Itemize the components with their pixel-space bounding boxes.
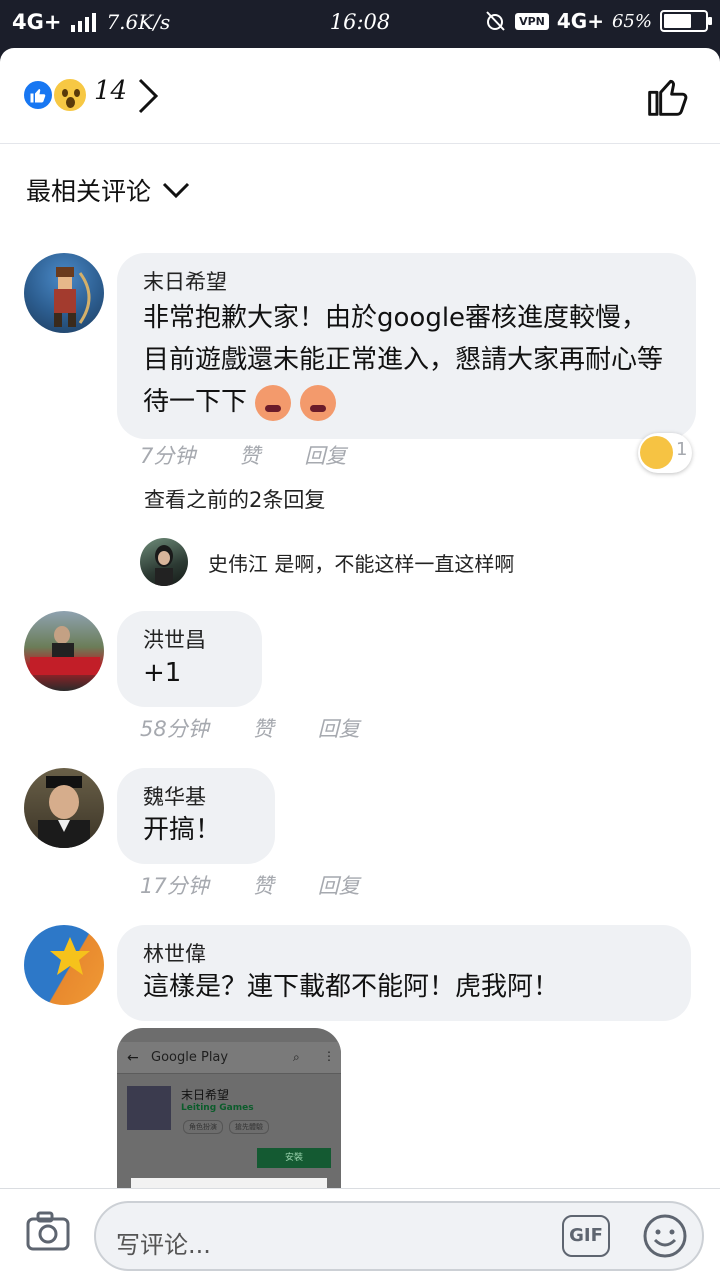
attachment-app-name: 末日希望 xyxy=(181,1088,230,1102)
comment-reaction-count: 1 xyxy=(676,439,688,460)
like-button[interactable]: 赞 xyxy=(253,713,274,743)
comment-input[interactable]: 写评论... GIF xyxy=(94,1201,704,1271)
tired-face-emoji xyxy=(255,384,292,421)
attachment-appbar: ← Google Play ⌕ ⋮ xyxy=(117,1042,341,1074)
attachment-install-button: 安裝 xyxy=(257,1148,331,1168)
more-icon: ⋮ xyxy=(323,1049,335,1063)
reply-text-row: 史伟江 是啊，不能这样一直这样啊 xyxy=(208,548,514,577)
reaction-count[interactable]: 14 xyxy=(94,76,127,106)
attachment-developer: Leiting Games xyxy=(181,1103,254,1113)
avatar[interactable] xyxy=(24,611,104,691)
comment-text: +1 xyxy=(143,658,182,688)
comment-reactions[interactable]: 1 xyxy=(638,433,692,473)
like-outline-icon[interactable] xyxy=(646,74,690,118)
like-button[interactable]: 赞 xyxy=(253,870,274,900)
reactions-header: 14 xyxy=(0,48,720,144)
like-reaction-icon[interactable] xyxy=(22,79,54,111)
wow-reaction-icon[interactable] xyxy=(52,77,88,113)
comment-author[interactable]: 末日希望 xyxy=(143,267,670,297)
reply-button[interactable]: 回复 xyxy=(318,713,360,743)
comment-meta: 17分钟 赞 回复 xyxy=(140,870,360,900)
battery-icon xyxy=(660,10,712,32)
comment-bubble[interactable]: 末日希望 非常抱歉大家！由於google審核進度較慢，目前遊戲還未能正常進入，懇… xyxy=(117,253,696,439)
status-bar: 4G+ 7.6K/s 16:08 VPN 4G+ 65% xyxy=(0,0,720,46)
comment-meta: 7分钟 赞 回复 xyxy=(140,440,346,470)
comment-time: 17分钟 xyxy=(140,874,209,898)
avatar[interactable] xyxy=(24,253,104,333)
attachment-tag: 搶先體驗 xyxy=(229,1120,269,1134)
avatar[interactable] xyxy=(24,768,104,848)
comment-text: 非常抱歉大家！由於google審核進度較慢，目前遊戲還未能正常進入，懇請大家再耐… xyxy=(143,297,670,423)
avatar[interactable] xyxy=(24,925,104,1005)
comment-time: 58分钟 xyxy=(140,717,209,741)
chevron-down-icon xyxy=(162,182,190,199)
attachment-tag: 角色扮演 xyxy=(183,1120,223,1134)
camera-icon[interactable] xyxy=(26,1211,70,1251)
vpn-badge: VPN xyxy=(515,12,549,30)
attached-screenshot[interactable]: ← Google Play ⌕ ⋮ 末日希望 Leiting Games 角色扮… xyxy=(117,1028,341,1188)
comment-time: 7分钟 xyxy=(140,444,196,468)
laugh-reaction-icon xyxy=(640,436,673,469)
status-right: VPN 4G+ 65% xyxy=(483,9,712,33)
emoji-icon[interactable] xyxy=(642,1213,688,1259)
network-type-right: 4G+ xyxy=(556,9,604,33)
comments-sheet: 14 最相关评论 末日希望 非常抱歉大家！由於google審核進度較慢，目前遊戲… xyxy=(0,48,720,1280)
like-button[interactable]: 赞 xyxy=(239,440,260,470)
chevron-right-icon[interactable] xyxy=(134,76,160,116)
reply-author[interactable]: 史伟江 xyxy=(208,552,268,576)
view-previous-replies[interactable]: 查看之前的2条回复 xyxy=(144,484,325,514)
comment-composer: 写评论... GIF xyxy=(0,1188,720,1280)
comment-bubble[interactable]: 魏华基 开搞！ xyxy=(117,768,275,864)
reply-button[interactable]: 回复 xyxy=(318,870,360,900)
attachment-bottom-strip xyxy=(131,1178,327,1188)
attachment-store-title: Google Play xyxy=(151,1050,229,1065)
comment-bubble[interactable]: 林世偉 這樣是？連下載都不能阿！虎我阿！ xyxy=(117,925,691,1021)
back-arrow-icon: ← xyxy=(127,1050,139,1066)
comment-author[interactable]: 洪世昌 xyxy=(143,625,236,655)
sort-dropdown[interactable]: 最相关评论 xyxy=(26,172,191,208)
reply-text: 是啊，不能这样一直这样啊 xyxy=(274,552,515,576)
alarm-off-icon xyxy=(486,11,505,31)
comment-meta: 58分钟 赞 回复 xyxy=(140,713,360,743)
avatar[interactable] xyxy=(140,538,188,586)
comment-input-placeholder: 写评论... xyxy=(116,1231,211,1259)
search-icon: ⌕ xyxy=(293,1050,300,1064)
comment-author[interactable]: 魏华基 xyxy=(143,782,249,812)
comment-text: 开搞！ xyxy=(143,815,222,845)
comment-text: 這樣是？連下載都不能阿！虎我阿！ xyxy=(143,972,560,1002)
app-icon xyxy=(127,1086,171,1130)
comment-author[interactable]: 林世偉 xyxy=(143,939,665,969)
sort-label: 最相关评论 xyxy=(26,177,152,206)
comment-bubble[interactable]: 洪世昌 +1 xyxy=(117,611,262,707)
reply-button[interactable]: 回复 xyxy=(304,440,346,470)
battery-percent: 65% xyxy=(611,10,652,32)
gif-button[interactable]: GIF xyxy=(562,1215,610,1257)
tired-face-emoji xyxy=(299,384,336,421)
